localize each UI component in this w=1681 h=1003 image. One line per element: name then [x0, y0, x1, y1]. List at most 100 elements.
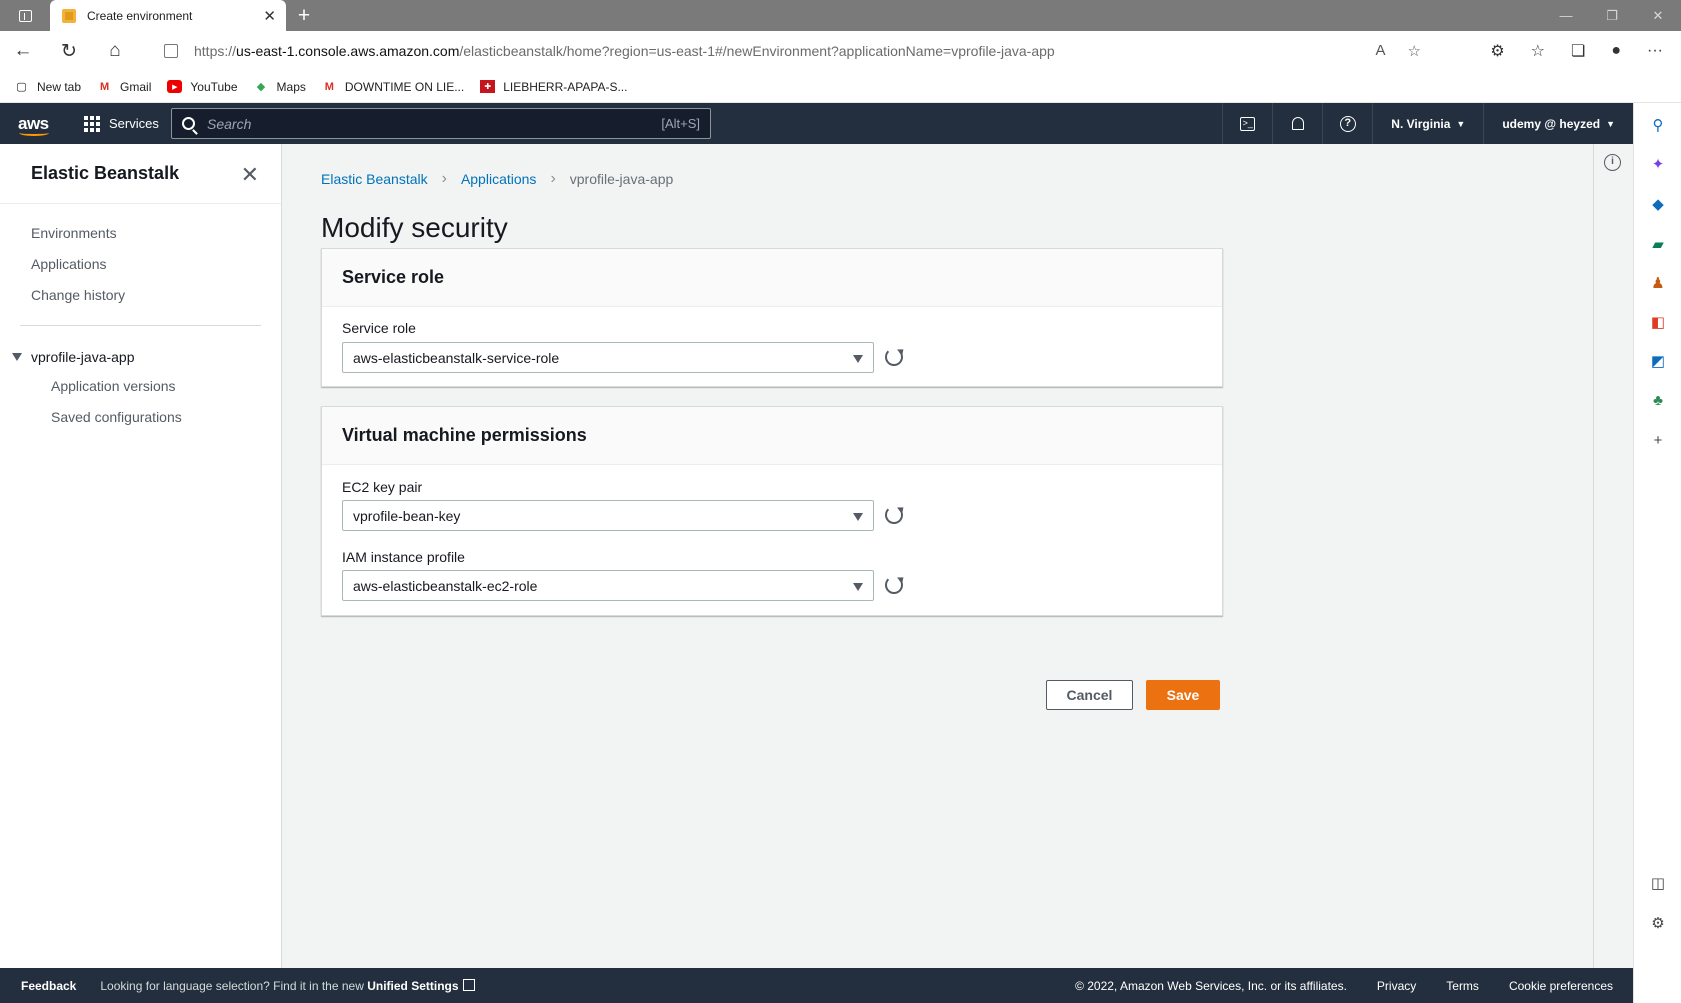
caret-down-icon: ▼ — [1606, 118, 1615, 129]
panel-header: Virtual machine permissions — [322, 407, 1222, 465]
sidebar-item-change-history[interactable]: Change history — [0, 280, 281, 311]
reload-icon[interactable]: ↻ — [46, 31, 92, 71]
breadcrumb-elastic-beanstalk[interactable]: Elastic Beanstalk — [321, 171, 428, 187]
region-selector[interactable]: N. Virginia ▼ — [1372, 103, 1483, 144]
service-role-select[interactable]: aws-elasticbeanstalk-service-role — [342, 342, 874, 373]
sidebar-item-saved-configurations[interactable]: Saved configurations — [0, 402, 281, 433]
grid-icon — [84, 115, 100, 132]
info-icon[interactable]: i — [1604, 154, 1621, 171]
breadcrumb-current: vprofile-java-app — [569, 171, 674, 187]
main-content: Elastic Beanstalk › Applications › vprof… — [283, 144, 1593, 968]
help-button[interactable]: ? — [1322, 103, 1372, 144]
cookie-preferences-link[interactable]: Cookie preferences — [1509, 979, 1613, 993]
outlook-icon[interactable]: ◩ — [1648, 351, 1668, 371]
bookmark-liebherr[interactable]: ✚ LIEBHERR-APAPA-S... — [480, 80, 627, 94]
iam-instance-profile-select[interactable]: aws-elasticbeanstalk-ec2-role — [342, 570, 874, 601]
ec2-key-pair-select[interactable]: vprofile-bean-key — [342, 500, 874, 531]
page-title: Modify security — [321, 212, 508, 243]
extensions-icon[interactable]: ⚙ — [1490, 41, 1504, 61]
bookmark-gmail[interactable]: M Gmail — [97, 80, 151, 94]
url-path: /elasticbeanstalk/home?region=us-east-1#… — [459, 43, 1055, 59]
bookmark-maps[interactable]: ◆ Maps — [254, 80, 306, 94]
sidebar-toggle-icon[interactable]: ◫ — [1648, 873, 1668, 893]
close-tab-icon[interactable]: ✕ — [263, 7, 276, 25]
tab-actions-icon[interactable] — [0, 0, 50, 31]
ec2-key-pair-label: EC2 key pair — [342, 479, 423, 495]
close-window-icon[interactable]: ✕ — [1635, 0, 1681, 31]
bookmark-downtime[interactable]: M DOWNTIME ON LIE... — [322, 80, 464, 94]
refresh-icon[interactable] — [885, 506, 903, 524]
more-icon[interactable]: ··· — [1647, 42, 1663, 60]
favorites-icon[interactable]: ☆ — [1531, 41, 1545, 61]
browser-tab[interactable]: Create environment ✕ — [50, 0, 286, 31]
sidebar-item-environments[interactable]: Environments — [0, 218, 281, 249]
address-bar-row: ← ↻ ⌂ https://us-east-1.console.aws.amaz… — [0, 31, 1681, 71]
feedback-link[interactable]: Feedback — [0, 979, 76, 993]
service-sidebar: Elastic Beanstalk ✕ Environments Applica… — [0, 144, 282, 968]
sidebar-item-applications[interactable]: Applications — [0, 249, 281, 280]
bookmark-youtube[interactable]: ▶ YouTube — [167, 80, 238, 94]
favorite-star-icon[interactable]: ☆ — [1408, 42, 1421, 60]
gmail-icon: M — [99, 80, 110, 93]
terms-link[interactable]: Terms — [1446, 979, 1479, 993]
copyright-text: © 2022, Amazon Web Services, Inc. or its… — [1075, 978, 1347, 993]
aws-logo[interactable]: aws — [0, 103, 70, 144]
services-menu[interactable]: Services — [70, 115, 170, 132]
settings-icon[interactable]: ⚙ — [1648, 913, 1668, 933]
caret-expanded-icon[interactable] — [12, 353, 22, 361]
new-tab-button[interactable]: + — [286, 0, 322, 31]
games-icon[interactable]: ♟ — [1648, 273, 1668, 293]
back-icon[interactable]: ← — [0, 31, 46, 71]
url-field[interactable]: https://us-east-1.console.aws.amazon.com… — [146, 35, 1439, 67]
search-icon — [182, 117, 195, 130]
panel-header: Service role — [322, 249, 1222, 307]
youtube-icon: ▶ — [167, 80, 183, 93]
cloudshell-button[interactable]: >_ — [1222, 103, 1272, 144]
url-host: us-east-1.console.aws.amazon.com — [236, 43, 460, 59]
privacy-link[interactable]: Privacy — [1377, 979, 1416, 993]
edge-sidebar: ⚲ ✦ ◆ ▰ ♟ ◧ ◩ ♣ + ◫ ⚙ — [1633, 103, 1681, 1003]
aws-favicon-icon — [62, 8, 76, 23]
save-button[interactable]: Save — [1146, 680, 1220, 710]
refresh-icon[interactable] — [885, 576, 903, 594]
sidebar-app-name: vprofile-java-app — [31, 349, 135, 365]
home-icon[interactable]: ⌂ — [92, 31, 138, 71]
notifications-button[interactable] — [1272, 103, 1322, 144]
cancel-button[interactable]: Cancel — [1046, 680, 1133, 710]
lock-icon[interactable] — [164, 44, 178, 58]
add-icon[interactable]: + — [1648, 430, 1668, 450]
account-menu[interactable]: udemy @ heyzed ▼ — [1483, 103, 1633, 144]
help-icon: ? — [1339, 115, 1356, 132]
terminal-icon: >_ — [1240, 116, 1256, 131]
tree-icon[interactable]: ♣ — [1648, 390, 1668, 410]
dropdown-arrow-icon — [853, 355, 863, 363]
bookmark-new-tab[interactable]: ▢ New tab — [14, 80, 81, 94]
refresh-icon[interactable] — [885, 348, 903, 366]
iam-instance-profile-label: IAM instance profile — [342, 549, 465, 565]
search-icon[interactable]: ⚲ — [1648, 115, 1668, 135]
nav-right: >_ ? N. Virginia ▼ udemy @ heyzed ▼ — [1222, 103, 1633, 144]
vm-permissions-panel: Virtual machine permissions EC2 key pair… — [321, 406, 1223, 616]
minimize-icon[interactable]: — — [1543, 0, 1589, 31]
shopping-tag-icon[interactable]: ◆ — [1648, 194, 1668, 214]
read-aloud-icon[interactable]: A — [1376, 42, 1386, 60]
office-icon[interactable]: ◧ — [1648, 312, 1668, 332]
chevron-right-icon: › — [550, 170, 556, 187]
breadcrumb: Elastic Beanstalk › Applications › vprof… — [321, 170, 673, 188]
tab-title: Create environment — [87, 8, 193, 23]
sidebar-app-group[interactable]: vprofile-java-app — [0, 344, 281, 370]
breadcrumb-applications[interactable]: Applications — [461, 171, 537, 187]
unified-settings-link[interactable]: Unified Settings — [367, 979, 458, 993]
copilot-icon[interactable]: ✦ — [1648, 154, 1668, 174]
services-label: Services — [109, 116, 159, 131]
close-sidebar-icon[interactable]: ✕ — [241, 162, 259, 188]
sidebar-item-application-versions[interactable]: Application versions — [0, 371, 281, 402]
profile-icon[interactable]: ● — [1611, 42, 1621, 60]
sidebar-title[interactable]: Elastic Beanstalk — [31, 163, 179, 184]
collections-icon[interactable]: ❏ — [1571, 41, 1585, 61]
tools-icon[interactable]: ▰ — [1648, 234, 1668, 254]
url-prefix: https:// — [194, 43, 237, 59]
browser-tab-bar: Create environment ✕ + — ❐ ✕ — [0, 0, 1681, 31]
restore-icon[interactable]: ❐ — [1589, 0, 1635, 31]
search-input[interactable]: Search [Alt+S] — [171, 108, 711, 139]
